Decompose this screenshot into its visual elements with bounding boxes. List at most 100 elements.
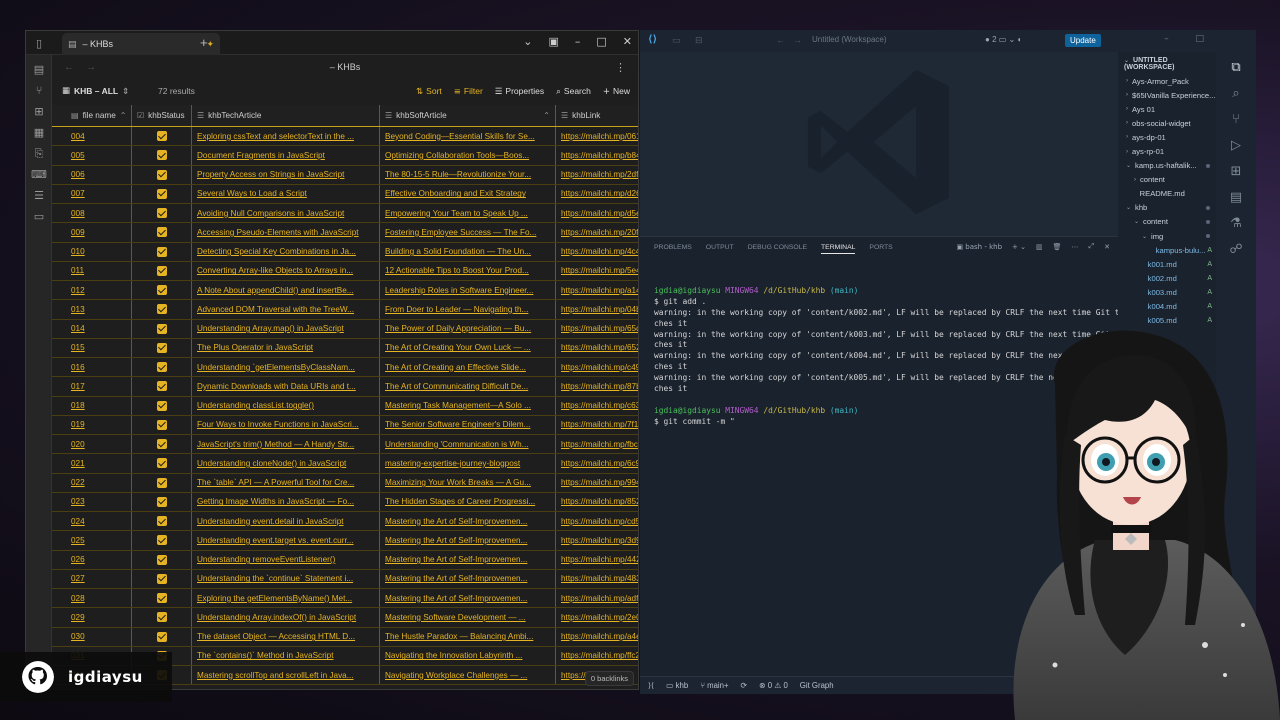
tech-article-link[interactable]: Understanding Array.indexOf() in JavaScr… — [192, 608, 380, 627]
file-name-link[interactable]: 010 — [66, 242, 132, 261]
terminal-selector[interactable]: ▣ bash - khb — [956, 243, 1002, 251]
status-checkbox[interactable] — [156, 169, 167, 180]
status-checkbox[interactable] — [156, 188, 167, 199]
tech-article-link[interactable]: The `contains()` Method in JavaScript — [192, 646, 380, 665]
status-cell[interactable] — [132, 396, 192, 415]
status-checkbox[interactable] — [156, 323, 167, 334]
khb-link[interactable]: https://mailchi.mp/d5e — [556, 204, 638, 222]
status-checkbox[interactable] — [156, 477, 167, 488]
remote-icon[interactable]: ▤ — [1230, 190, 1242, 205]
khb-link[interactable]: https://mailchi.mp/5e4 — [556, 262, 638, 280]
explorer-item[interactable]: ⌄ content — [1118, 215, 1216, 229]
explorer-item[interactable]: › ays-dp-01 — [1118, 130, 1216, 144]
canvas-icon[interactable]: ⊞ — [26, 101, 52, 122]
status-cell[interactable] — [132, 281, 192, 300]
tech-article-link[interactable]: Dynamic Downloads with Data URIs and t..… — [192, 377, 380, 396]
status-cell[interactable] — [132, 435, 192, 454]
table-row[interactable]: 020 JavaScript's trim() Method — A Handy … — [52, 435, 638, 455]
explorer-icon[interactable]: ⧉ — [1231, 60, 1240, 75]
khb-link[interactable]: https://mailchi.mp/c63 — [556, 397, 638, 415]
explorer-item[interactable]: ⌄ khb — [1118, 201, 1216, 215]
tab-debug-console[interactable]: DEBUG CONSOLE — [748, 244, 807, 254]
status-cell[interactable] — [132, 608, 192, 627]
problems-indicator[interactable]: ⊗ 0 ⚠ 0 — [759, 681, 788, 690]
khb-link[interactable]: https://mailchi.mp/852 — [556, 493, 638, 511]
status-cell[interactable] — [132, 473, 192, 492]
file-name-link[interactable]: 022 — [66, 473, 132, 492]
tab-problems[interactable]: PROBLEMS — [654, 244, 692, 254]
column-header-file-name[interactable]: ▤ file name ⌃ — [66, 105, 132, 126]
tab-output[interactable]: OUTPUT — [706, 244, 734, 254]
status-checkbox[interactable] — [156, 246, 167, 257]
khb-link[interactable]: https://mailchi.mp/994 — [556, 474, 638, 492]
soft-article-link[interactable]: The Hidden Stages of Career Progressi... — [380, 492, 556, 511]
soft-article-link[interactable]: Mastering Software Development — ... — [380, 608, 556, 627]
tech-article-link[interactable]: Exploring cssText and selectorText in th… — [192, 127, 380, 146]
tech-article-link[interactable]: Understanding classList.toggle() — [192, 396, 380, 415]
tech-article-link[interactable]: Understanding the `continue` Statement i… — [192, 569, 380, 588]
minimize-button[interactable]: – — [575, 35, 581, 48]
soft-article-link[interactable]: 12 Actionable Tips to Boost Your Prod... — [380, 261, 556, 280]
soft-article-link[interactable]: Mastering Task Management—A Solo ... — [380, 396, 556, 415]
file-name-link[interactable]: 024 — [66, 512, 132, 531]
khb-link[interactable]: https://mailchi.mp/d26 — [556, 185, 638, 203]
table-row[interactable]: 030 The dataset Object — Accessing HTML D… — [52, 627, 638, 647]
status-cell[interactable] — [132, 531, 192, 550]
file-name-link[interactable]: 008 — [66, 204, 132, 223]
column-header-link[interactable]: ☰ khbLink — [556, 105, 638, 126]
window-controls[interactable]: – □ — [1164, 34, 1216, 44]
extensions-icon[interactable]: ⊞ — [1231, 164, 1242, 179]
maximize-button[interactable]: □ — [596, 35, 606, 48]
soft-article-link[interactable]: The Art of Creating Your Own Luck — ... — [380, 338, 556, 357]
tech-article-link[interactable]: Understanding event.detail in JavaScript — [192, 512, 380, 531]
new-button[interactable]: + New — [603, 86, 630, 97]
file-name-link[interactable]: 005 — [66, 146, 132, 165]
tech-article-link[interactable]: Mastering scrollTop and scrollLeft in Ja… — [192, 666, 380, 685]
branch-indicator[interactable]: ⑂ main+ — [700, 681, 728, 690]
explorer-item[interactable]: k001.md A — [1118, 257, 1216, 271]
filter-button[interactable]: ≡ Filter — [454, 86, 483, 97]
table-row[interactable]: 017 Dynamic Downloads with Data URIs and … — [52, 377, 638, 397]
trash-icon[interactable]: 🗑 — [1053, 243, 1062, 251]
khb-link[interactable]: https://mailchi.mp/87b — [556, 377, 638, 395]
khb-link[interactable]: https://mailchi.mp/3d9 — [556, 531, 638, 549]
tech-article-link[interactable]: Accessing Pseudo-Elements with JavaScrip… — [192, 223, 380, 242]
soft-article-link[interactable]: Maximizing Your Work Breaks — A Gu... — [380, 473, 556, 492]
soft-article-link[interactable]: Effective Onboarding and Exit Strategy — [380, 184, 556, 203]
table-row[interactable]: 027 Understanding the `continue` Statemen… — [52, 569, 638, 589]
table-row[interactable]: 024 Understanding event.detail in JavaScr… — [52, 512, 638, 532]
search-icon[interactable]: ⌕ — [1232, 86, 1239, 101]
khb-link[interactable]: https://mailchi.mp/4c4 — [556, 243, 638, 261]
table-row[interactable]: 006 Property Access on Strings in JavaScr… — [52, 165, 638, 185]
table-row[interactable]: 010 Detecting Special Key Combinations in… — [52, 242, 638, 262]
explorer-item[interactable]: ⌄ kamp.us-haftalik... — [1118, 159, 1216, 173]
tech-article-link[interactable]: The Plus Operator in JavaScript — [192, 338, 380, 357]
tech-article-link[interactable]: A Note About appendChild() and insertBe.… — [192, 281, 380, 300]
file-name-link[interactable]: 009 — [66, 223, 132, 242]
graph-icon[interactable]: ⑂ — [26, 80, 52, 101]
update-button[interactable]: Update — [1065, 34, 1101, 47]
khb-link[interactable]: https://mailchi.mp/442 — [556, 551, 638, 569]
explorer-item[interactable]: › $65IVanilla Experience... — [1118, 88, 1216, 102]
status-cell[interactable] — [132, 569, 192, 588]
status-checkbox[interactable] — [156, 573, 167, 584]
tab-ports[interactable]: PORTS — [869, 244, 892, 254]
khb-link[interactable]: https://mailchi.mp/2dfc — [556, 166, 638, 184]
tech-article-link[interactable]: Document Fragments in JavaScript — [192, 146, 380, 165]
status-cell[interactable] — [132, 492, 192, 511]
status-checkbox[interactable] — [156, 381, 167, 392]
status-checkbox[interactable] — [156, 496, 167, 507]
status-checkbox[interactable] — [156, 342, 167, 353]
soft-article-link[interactable]: mastering-expertise-journey-blogpost — [380, 454, 556, 473]
properties-button[interactable]: ☰ Properties — [495, 86, 544, 97]
split-terminal-icon[interactable]: ▥ — [1036, 243, 1043, 251]
table-row[interactable]: 022 The `table` API — A Powerful Tool for… — [52, 473, 638, 493]
soft-article-link[interactable]: The Hustle Paradox — Balancing Ambi... — [380, 627, 556, 646]
khb-link[interactable]: https://mailchi.mp/652 — [556, 339, 638, 357]
tech-article-link[interactable]: Understanding removeEventListener() — [192, 550, 380, 569]
file-name-link[interactable]: 025 — [66, 531, 132, 550]
khb-link[interactable]: https://mailchi.mp/483 — [556, 570, 638, 588]
tech-article-link[interactable]: Several Ways to Load a Script — [192, 184, 380, 203]
khb-link[interactable]: https://mailchi.mp/65d — [556, 320, 638, 338]
soft-article-link[interactable]: Mastering the Art of Self-Improvemen... — [380, 531, 556, 550]
